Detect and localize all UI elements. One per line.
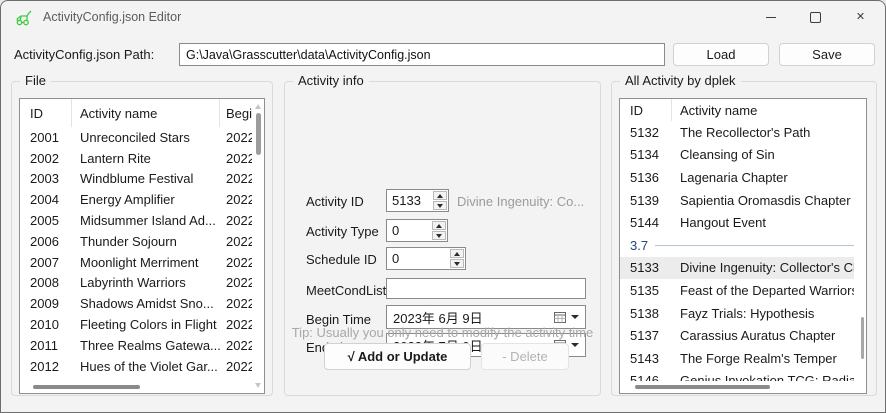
spin-down-button[interactable] [433,201,447,210]
tip-text: Tip: Usually you only need to modify the… [285,325,600,340]
calendar-icon [554,312,566,323]
list-item[interactable]: 5139 Sapientia Oromasdis Chapter [620,189,866,212]
minimize-icon [766,17,776,18]
table-row[interactable]: 2009 Shadows Amidst Sno... 2022 [20,293,264,314]
load-button[interactable]: Load [673,43,769,66]
chevron-down-icon[interactable] [571,343,579,347]
list-item[interactable]: 5144 Hangout Event [620,211,866,234]
grasscutter-app-icon [14,8,34,26]
list-item[interactable]: 5143 The Forge Realm's Temper [620,347,866,370]
file-table: ID Activity name Begin Time 2001 Unrecon… [19,98,265,394]
list-item[interactable]: 5134 Cleansing of Sin [620,144,866,167]
table-row[interactable]: 2011 Three Realms Gatewa... 2022 [20,335,264,356]
file-header-name[interactable]: Activity name [72,99,220,127]
all-header-id[interactable]: ID [620,99,672,121]
all-activity-header: ID Activity name [620,99,866,121]
list-item[interactable]: 3.7 [620,234,866,257]
file-group: File ID Activity name Begin Time 2001 Un… [11,81,273,396]
table-row[interactable]: 2004 Energy Amplifier 2022 [20,189,264,210]
meetcondlist-label: MeetCondList [306,283,386,298]
all-activity-rows: 5132 The Recollector's Path 5134 Cleansi… [620,121,866,393]
app-window: ActivityConfig.json Editor ✕ ActivityCon… [0,0,886,413]
spin-down-icon [437,204,443,208]
activity-type-value[interactable]: 0 [387,220,431,241]
activity-id-value[interactable]: 5133 [387,190,432,211]
list-item[interactable]: 5138 Fayz Trials: Hypothesis [620,302,866,325]
table-row[interactable]: 2003 Windblume Festival 2022 [20,169,264,190]
file-vertical-scrollbar[interactable] [252,99,264,393]
table-row[interactable]: 2006 Thunder Sojourn 2022 [20,231,264,252]
list-item[interactable]: 5135 Feast of the Departed Warriors [620,279,866,302]
close-icon: ✕ [856,12,865,23]
activity-info-group: Activity info Activity ID 5133 Divine In… [284,81,601,396]
spin-down-button[interactable] [450,259,464,268]
begin-time-value: 2023年 6月 9日 [393,308,554,327]
spin-up-button[interactable] [450,249,464,258]
save-button[interactable]: Save [779,43,875,66]
delete-button: - Delete [481,343,569,370]
window-title: ActivityConfig.json Editor [43,10,181,24]
schedule-id-spinner[interactable]: 0 [386,247,466,270]
spin-up-icon [454,252,460,256]
all-activity-vertical-scrollbar[interactable] [854,99,866,393]
scrollbar-thumb[interactable] [635,385,770,389]
spin-up-button[interactable] [433,191,447,200]
activity-id-label: Activity ID [306,194,364,209]
spin-up-icon [436,224,442,228]
activity-type-spinner[interactable]: 0 [386,219,448,242]
maximize-icon [810,12,821,23]
table-row[interactable]: 2005 Midsummer Island Ad... 2022 [20,210,264,231]
path-label: ActivityConfig.json Path: [14,47,154,62]
chevron-down-icon[interactable] [571,315,579,319]
table-row[interactable]: 2012 Hues of the Violet Gar... 2022 [20,356,264,377]
schedule-id-value[interactable]: 0 [387,248,449,269]
all-header-name[interactable]: Activity name [672,99,866,121]
activity-type-label: Activity Type [306,224,379,239]
table-row[interactable]: 2002 Lantern Rite 2022 [20,148,264,169]
meetcondlist-input[interactable] [386,278,586,299]
all-activity-table: ID Activity name 5132 The Recollector's … [619,98,867,394]
path-input[interactable] [179,43,665,66]
list-item[interactable]: 5132 The Recollector's Path [620,121,866,144]
spin-down-icon [454,262,460,266]
all-activity-horizontal-scrollbar[interactable] [620,381,854,393]
file-table-header: ID Activity name Begin Time [20,99,264,127]
schedule-id-label: Schedule ID [306,252,377,267]
list-item[interactable]: 5137 Carassius Auratus Chapter [620,324,866,347]
table-row[interactable]: 2001 Unreconciled Stars 2022 [20,127,264,148]
table-row[interactable]: 2008 Labyrinth Warriors 2022 [20,273,264,294]
spin-down-icon [436,234,442,238]
all-activity-group: All Activity by dplek ID Activity name 5… [611,81,877,396]
spin-up-button[interactable] [432,221,446,230]
activity-name-hint: Divine Ingenuity: Co... [457,194,587,209]
list-item[interactable]: 5136 Lagenaria Chapter [620,166,866,189]
file-header-id[interactable]: ID [20,99,72,127]
close-button[interactable]: ✕ [838,1,883,33]
table-row[interactable]: 2010 Fleeting Colors in Flight 2022 [20,314,264,335]
maximize-button[interactable] [793,1,838,33]
scroll-up-icon [255,104,261,109]
activity-info-title: Activity info [293,73,369,88]
all-activity-title: All Activity by dplek [620,73,741,88]
table-row[interactable]: 2007 Moonlight Merriment 2022 [20,252,264,273]
title-bar: ActivityConfig.json Editor ✕ [1,1,885,33]
add-or-update-button[interactable]: √ Add or Update [324,343,471,370]
scroll-down-icon [255,383,261,388]
window-controls: ✕ [748,1,883,33]
scrollbar-thumb[interactable] [861,317,864,359]
scrollbar-thumb[interactable] [33,385,140,389]
file-table-rows: 2001 Unreconciled Stars 2022 2002 Lanter… [20,127,264,393]
spin-down-button[interactable] [432,231,446,240]
activity-id-spinner[interactable]: 5133 [386,189,449,212]
file-group-title: File [20,73,51,88]
file-horizontal-scrollbar[interactable] [20,381,252,393]
list-item[interactable]: 5133 Divine Ingenuity: Collector's Chapt… [620,257,866,280]
spin-up-icon [437,194,443,198]
minimize-button[interactable] [748,1,793,33]
scrollbar-thumb[interactable] [256,113,261,155]
